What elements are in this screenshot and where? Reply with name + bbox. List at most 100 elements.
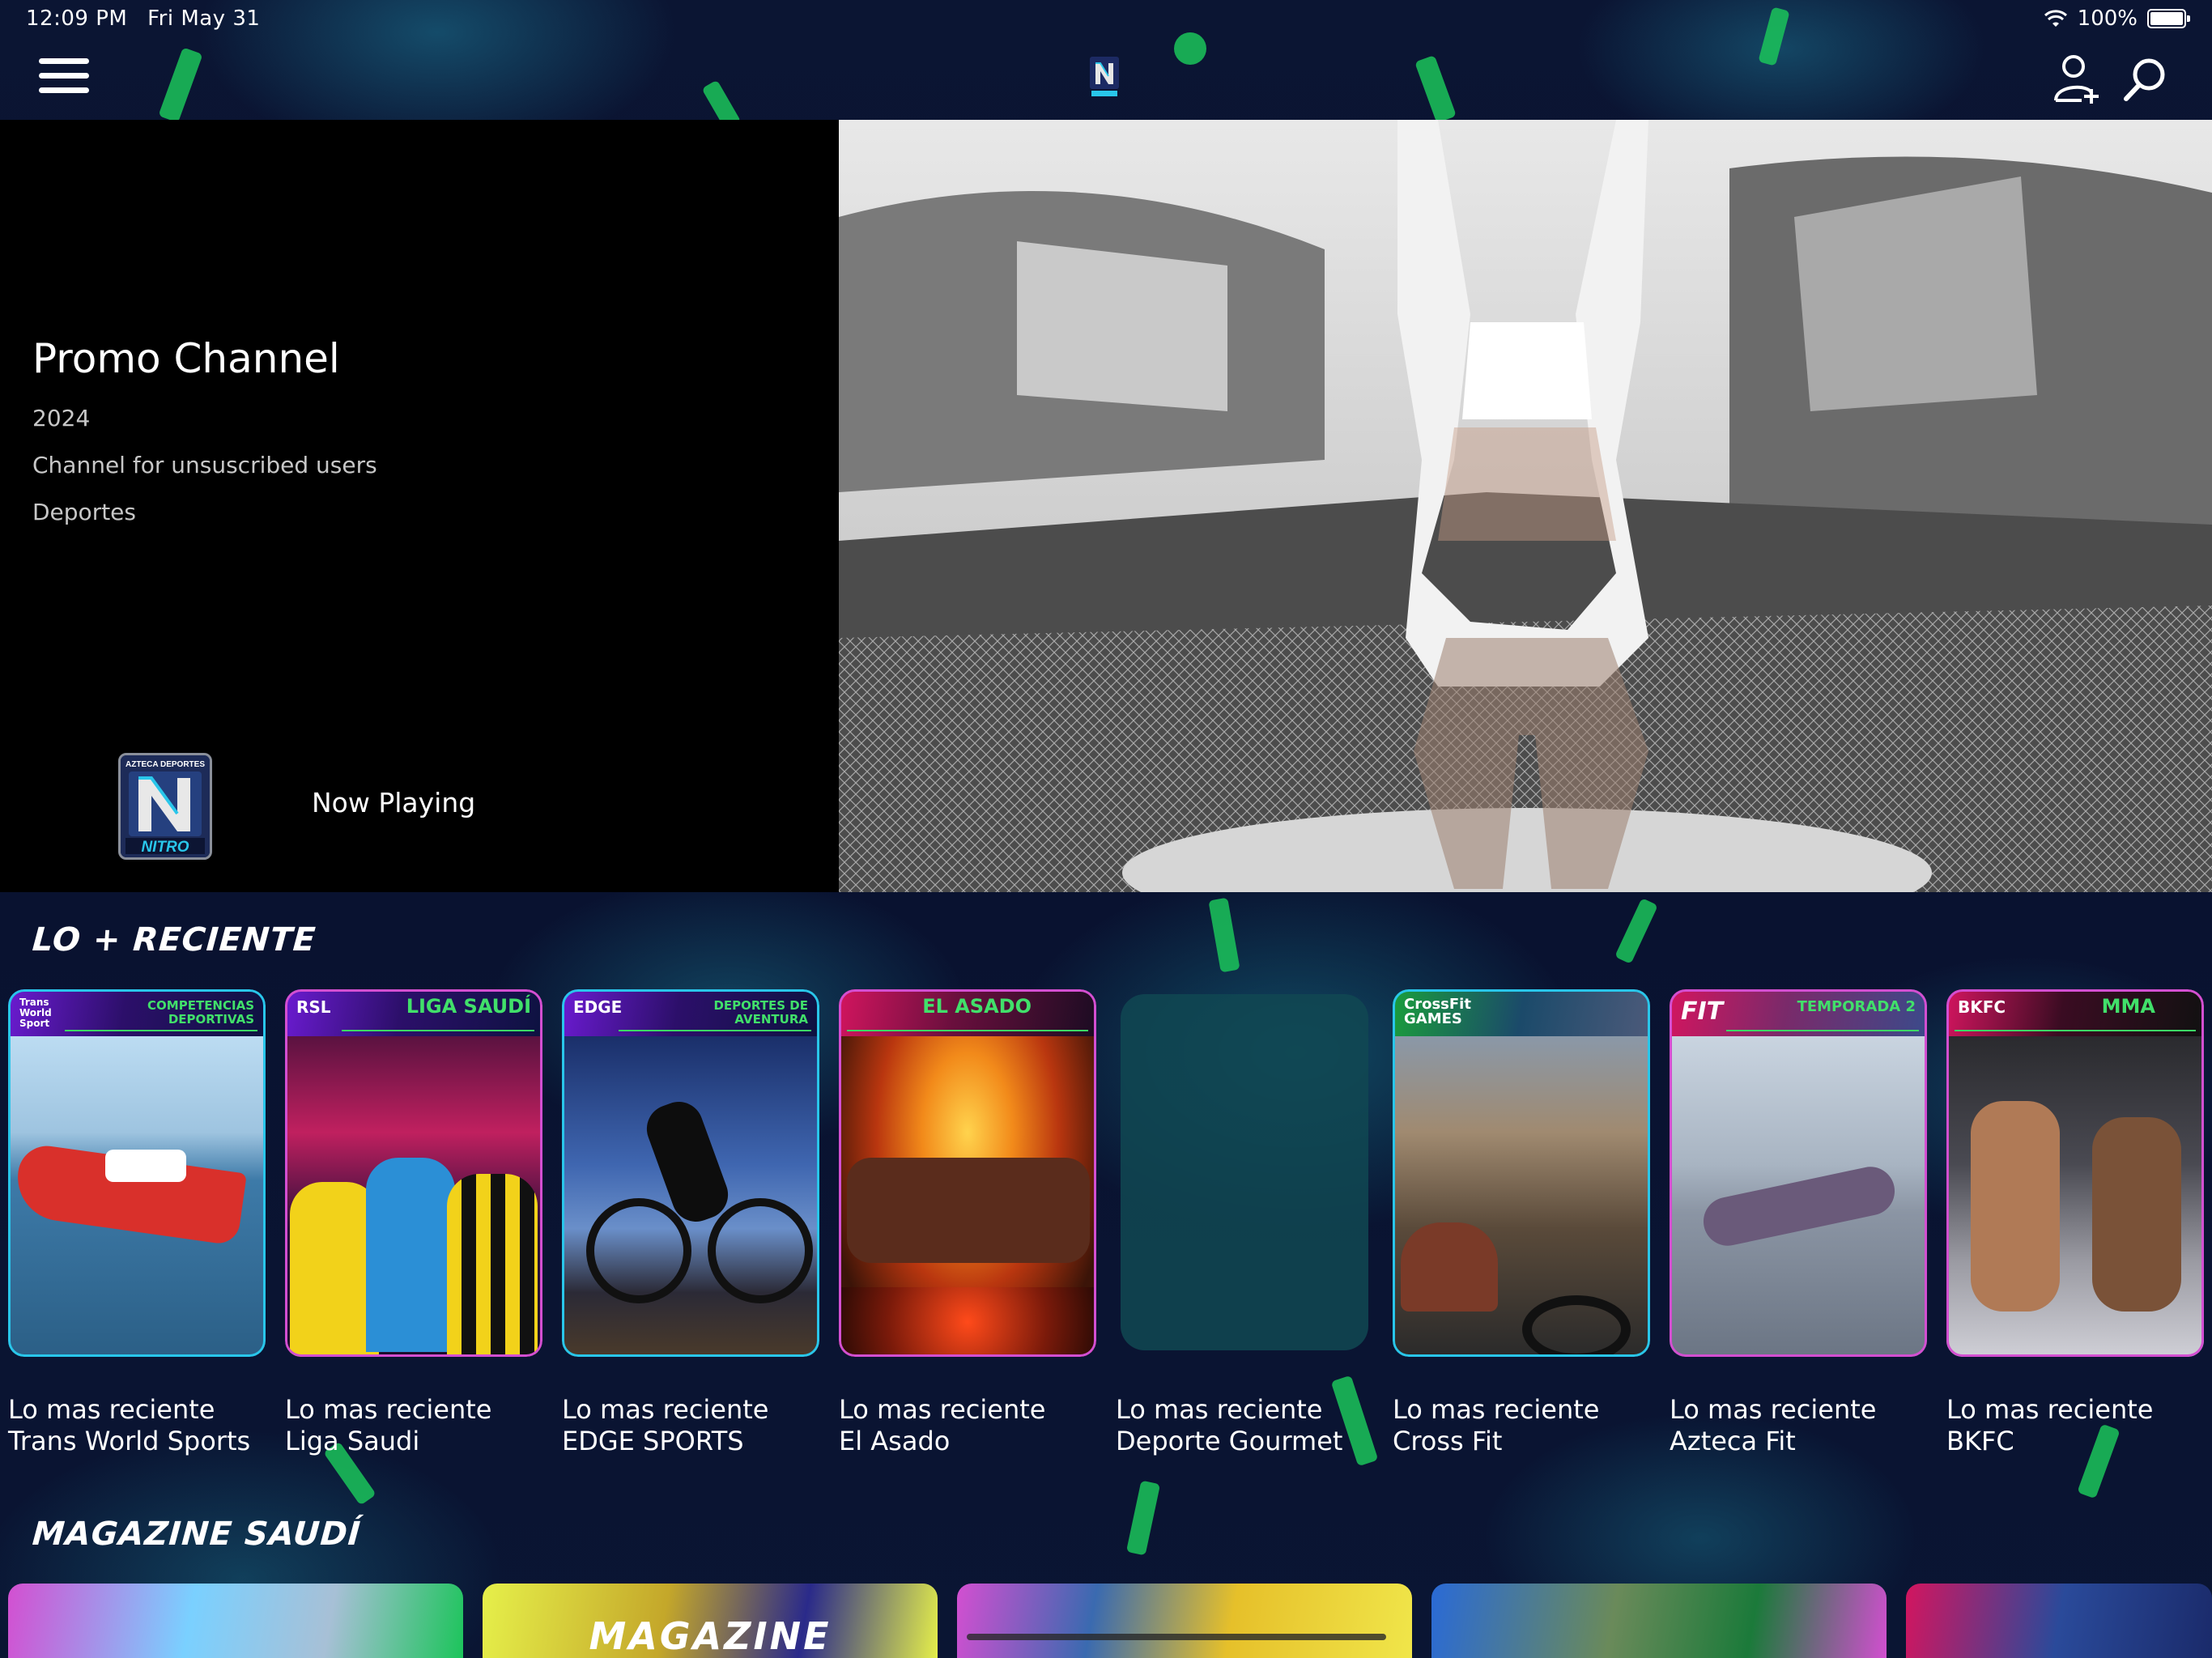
card-caption-line2: BKFC [1946,1426,2014,1456]
card-caption-line1: Lo mas reciente [562,1394,769,1425]
card-header: CrossFit GAMES [1393,989,1650,1036]
card-caption-line1: Lo mas reciente [8,1394,215,1425]
status-time: 12:09 PM [26,6,128,31]
card-caption: Lo mas reciente Trans World Sports [8,1394,275,1457]
battery-icon [2147,9,2190,28]
card-caption: Lo mas reciente Azteca Fit [1670,1394,1937,1457]
content-card[interactable]: Trans World Sport COMPETENCIAS DEPORTIVA… [8,989,266,1357]
card-header: EL ASADO [839,989,1096,1036]
status-bar: 12:09 PM Fri May 31 100% [0,0,2212,39]
now-playing-label: Now Playing [312,787,476,818]
card-caption-line2: EDGE SPORTS [562,1426,744,1456]
card-caption-line1: Lo mas reciente [1393,1394,1600,1425]
hero-title: Promo Channel [32,335,340,382]
magazine-card[interactable] [957,1584,1412,1658]
channel-logo[interactable]: AZTECA DEPORTES NITRO [118,753,212,860]
card-caption-line2: El Asado [839,1426,951,1456]
card-brand: EDGE [573,997,623,1017]
menu-icon [39,58,89,93]
hero-video-frame [839,120,2212,892]
nitro-logo-icon[interactable] [1090,57,1119,97]
card-caption-line2: Deporte Gourmet [1116,1426,1343,1456]
card-header: Trans World Sport COMPETENCIAS DEPORTIVA… [8,989,266,1036]
card-caption-line2: Trans World Sports [8,1426,251,1456]
section-title-magazine: MAGAZINE SAUDÍ [31,1516,363,1553]
content-card[interactable]: EDGE DEPORTES DE AVENTURA [562,989,819,1357]
home-indicator[interactable] [967,1634,1386,1640]
card-tag: TEMPORADA 2 [1797,998,1916,1015]
card-thumbnail [1670,1036,1927,1357]
card-caption: Lo mas reciente Liga Saudi [285,1394,552,1457]
content-card[interactable]: BKFC MMA [1946,989,2204,1357]
hero-video-player[interactable] [839,120,2212,892]
status-time-date: 12:09 PM Fri May 31 [26,6,260,31]
magazine-card[interactable] [8,1584,463,1658]
card-thumbnail [1393,1036,1650,1357]
content-card[interactable]: RSL LIGA SAUDÍ [285,989,542,1357]
search-button[interactable] [2121,55,2170,104]
add-user-button[interactable] [2052,53,2101,105]
hero-genre: Deportes [32,499,136,525]
bg-streak [1208,897,1240,973]
card-brand: BKFC [1958,997,2006,1017]
content-card[interactable]: EL ASADO [839,989,1096,1357]
card-header: FIT TEMPORADA 2 [1670,989,1927,1036]
status-right-group: 100% [2044,6,2190,31]
card-caption-line1: Lo mas reciente [1116,1394,1323,1425]
hero-description: Channel for unsuscribed users [32,452,377,478]
card-caption-line2: Liga Saudi [285,1426,420,1456]
card-caption-line1: Lo mas reciente [1946,1394,2154,1425]
section-title-recent: LO + RECIENTE [31,921,317,959]
card-brand: Trans World Sport [19,997,52,1030]
card-header: BKFC MMA [1946,989,2204,1036]
card-thumbnail [285,1036,542,1357]
card-caption-line1: Lo mas reciente [285,1394,492,1425]
status-date: Fri May 31 [147,6,261,31]
card-thumbnail [562,1036,819,1357]
card-caption: Lo mas reciente Deporte Gourmet [1116,1394,1383,1457]
card-tag: DEPORTES DE AVENTURA [713,998,808,1027]
card-tag: EL ASADO [922,995,1032,1018]
battery-percent: 100% [2077,6,2138,31]
channel-logo-name: NITRO [141,839,189,856]
card-caption: Lo mas reciente El Asado [839,1394,1106,1457]
card-caption: Lo mas reciente Cross Fit [1393,1394,1660,1457]
hero-banner: Promo Channel 2024 Channel for unsuscrib… [0,120,2212,892]
card-caption: Lo mas reciente EDGE SPORTS [562,1394,829,1457]
magazine-card[interactable] [1906,1584,2212,1658]
card-caption-line2: Azteca Fit [1670,1426,1796,1456]
wifi-icon [2044,10,2067,27]
card-header: RSL LIGA SAUDÍ [285,989,542,1036]
card-thumbnail [8,1036,266,1357]
card-brand: RSL [296,997,331,1017]
content-card[interactable]: FIT TEMPORADA 2 [1670,989,1927,1357]
bg-streak [1614,898,1658,964]
card-header: EDGE DEPORTES DE AVENTURA [562,989,819,1036]
card-tag: LIGA SAUDÍ [406,995,531,1018]
card-tag: COMPETENCIAS DEPORTIVAS [147,998,254,1027]
magazine-card[interactable] [1431,1584,1887,1658]
card-caption-line2: Cross Fit [1393,1426,1503,1456]
card-tag: MMA [2101,995,2155,1018]
nitro-channel-logo: AZTECA DEPORTES NITRO [121,755,210,857]
add-user-icon [2054,55,2099,104]
magazine-card[interactable]: MAGAZINE [483,1584,938,1658]
top-nav [0,39,2212,120]
app-screen: 12:09 PM Fri May 31 100% Promo Channel 2… [0,0,2212,1658]
menu-button[interactable] [39,58,89,99]
card-caption-line1: Lo mas reciente [1670,1394,1877,1425]
hero-info-panel: Promo Channel 2024 Channel for unsuscrib… [0,120,839,892]
card-placeholder[interactable] [1121,994,1368,1350]
card-caption-line1: Lo mas reciente [839,1394,1046,1425]
channel-logo-top: AZTECA DEPORTES [125,760,205,769]
card-thumbnail [1946,1036,2204,1357]
magazine-banner-text: MAGAZINE [589,1614,832,1658]
card-brand: CrossFit GAMES [1404,996,1471,1027]
card-brand: FIT [1681,997,1724,1026]
content-card[interactable]: CrossFit GAMES [1393,989,1650,1357]
card-thumbnail [839,1036,1096,1357]
search-icon [2124,58,2165,101]
bg-streak [1125,1480,1161,1556]
card-caption: Lo mas reciente BKFC [1946,1394,2206,1457]
hero-year: 2024 [32,405,91,432]
